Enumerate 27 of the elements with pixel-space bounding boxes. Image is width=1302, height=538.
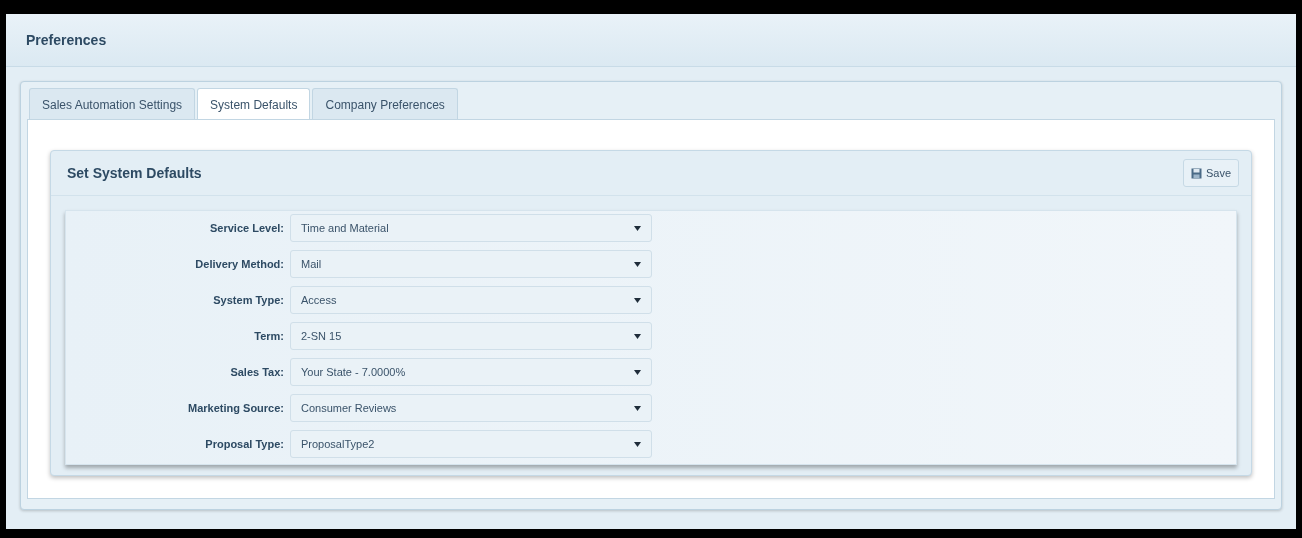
tab[interactable]: System Defaults — [197, 88, 311, 120]
caret-icon — [634, 225, 641, 231]
tab[interactable]: Company Preferences — [312, 88, 458, 120]
dropdown[interactable]: Access — [290, 286, 652, 314]
field-label: Service Level: — [209, 222, 284, 234]
dropdown[interactable]: Mail — [290, 250, 652, 278]
card-title: Set System Defaults — [67, 165, 202, 181]
caret-icon — [634, 405, 641, 411]
dropdown[interactable]: Your State - 7.0000% — [290, 358, 652, 386]
tab[interactable]: Sales Automation Settings — [29, 88, 196, 120]
dropdown[interactable]: 2-SN 15 — [290, 322, 652, 350]
dropdown[interactable]: ProposalType2 — [290, 430, 652, 458]
caret-icon — [634, 297, 641, 303]
field-label: Sales Tax: — [229, 366, 284, 378]
dropdown[interactable]: Consumer Reviews — [290, 394, 652, 422]
page-title: Preferences — [26, 32, 107, 48]
dropdown[interactable]: Time and Material — [290, 214, 652, 242]
field-label: System Type: — [212, 294, 284, 306]
field-label: Marketing Source: — [187, 402, 284, 414]
caret-icon — [634, 369, 641, 375]
field-label: Term: — [253, 330, 284, 342]
save-button[interactable]: Save — [1182, 159, 1239, 187]
field-label: Delivery Method: — [194, 258, 284, 270]
field-label: Proposal Type: — [204, 438, 284, 450]
caret-icon — [634, 261, 641, 267]
caret-icon — [634, 333, 641, 339]
caret-icon — [634, 441, 641, 447]
